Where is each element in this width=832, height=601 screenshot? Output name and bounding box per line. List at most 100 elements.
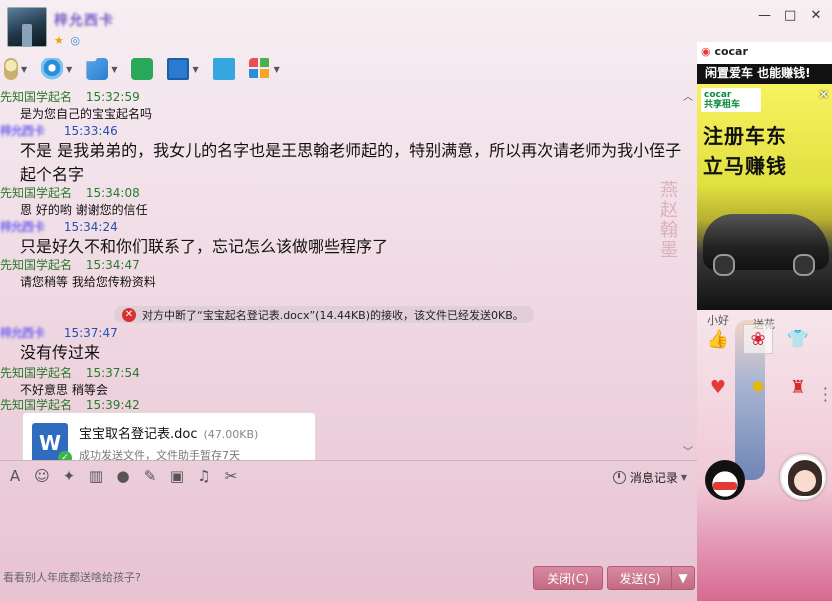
error-icon: ✕	[122, 307, 136, 322]
scroll-down-icon[interactable]: ﹀	[683, 443, 693, 458]
shake-icon[interactable]: ▥	[87, 467, 105, 485]
new-message-button[interactable]	[131, 58, 154, 80]
new-message-icon	[131, 58, 154, 80]
message-time: 15:33:46	[63, 124, 118, 138]
side-panel: ◉ cocar 闲置爱车 也能赚钱! cocar 共享租车 ✕ 注册车东 立马赚…	[697, 42, 832, 601]
top-ad-banner[interactable]: ◉ cocar 闲置爱车 也能赚钱!	[697, 42, 832, 84]
message-time: 15:39:42	[85, 398, 140, 412]
message-header: 先知国学起名 15:37:54	[0, 364, 140, 381]
status-icons: ★ ◎	[54, 34, 83, 47]
chevron-down-icon[interactable]: ▼	[274, 65, 280, 74]
message-time: 15:37:54	[85, 366, 140, 380]
chevron-down-icon[interactable]: ▼	[681, 473, 687, 482]
file-status: 成功发送文件，文件助手暂存7天	[79, 449, 240, 460]
history-label: 消息记录	[629, 471, 678, 485]
message-input[interactable]	[0, 490, 697, 570]
voice-message-icon[interactable]: ●	[114, 467, 132, 485]
image-icon[interactable]: ▣	[168, 467, 186, 485]
magic-icon[interactable]: ✦	[60, 467, 78, 485]
music-icon[interactable]: ♫	[195, 467, 213, 485]
apps-button[interactable]: ▼	[248, 58, 280, 80]
message-history[interactable]: ︿ 先知国学起名 15:32:59 是为您自己的宝宝起名吗 梓允西卡 15:33…	[0, 86, 697, 460]
message-header: 先知国学起名 15:39:42	[0, 396, 140, 413]
apps-icon	[248, 58, 271, 80]
close-button[interactable]: 关闭(C)	[533, 566, 603, 590]
car-image	[703, 214, 829, 276]
scroll-up-icon[interactable]: ︿	[683, 88, 693, 103]
message: 先知国学起名 15:32:59 是为您自己的宝宝起名吗	[0, 88, 152, 122]
input-tools: A ☺ ✦ ▥ ● ✎ ▣ ♫ ✂	[6, 467, 240, 485]
sparkle-icon[interactable]: ✸	[743, 372, 773, 402]
promo-hint-link[interactable]: 看看别人年底都送啥给孩子?	[3, 569, 141, 585]
voice-call-button[interactable]: ▼	[4, 58, 27, 80]
chevron-down-icon[interactable]: ▼	[111, 65, 117, 74]
font-icon[interactable]: A	[6, 467, 24, 485]
contact-avatar[interactable]	[7, 7, 47, 47]
chevron-down-icon[interactable]: ▼	[66, 65, 72, 74]
shirt-icon[interactable]: 👕	[783, 324, 813, 354]
screen-share-button[interactable]	[212, 58, 235, 80]
chevron-down-icon: ▼	[678, 571, 688, 585]
ad-brand-sub: 共享租车	[704, 100, 741, 110]
message: 先知国学起名 15:34:47 请您稍等 我给您传粉资料	[0, 256, 156, 290]
message-time: 15:34:24	[63, 220, 118, 234]
file-card[interactable]: W ✓ 宝宝取名登记表.doc (47.00KB) 成功发送文件，文件助手暂存7天	[22, 412, 316, 460]
sender-name: 先知国学起名	[0, 258, 73, 272]
screenshot-icon[interactable]: ✂	[222, 467, 240, 485]
edit-icon[interactable]: ✎	[141, 467, 159, 485]
contact-name[interactable]: 梓允西卡	[54, 10, 114, 30]
sender-name: 先知国学起名	[0, 398, 73, 412]
file-name[interactable]: 宝宝取名登记表.doc	[79, 427, 198, 442]
close-icon[interactable]: ✕	[810, 8, 822, 23]
heart-gift-icon[interactable]: ♥	[703, 372, 733, 402]
chevron-down-icon[interactable]: ▼	[192, 65, 198, 74]
input-toolbar: A ☺ ✦ ▥ ● ✎ ▣ ♫ ✂ 消息记录 ▼	[0, 460, 697, 490]
ad-headline-1: 注册车东	[703, 124, 787, 148]
remote-desktop-button[interactable]: ▼	[167, 58, 199, 80]
chat-window: 梓允西卡 ★ ◎ — □ ✕ ▼ ▼ ▼ ▼ ▼ ︿ 先知国学起名 15:32:…	[0, 0, 821, 601]
thumbs-up-icon[interactable]: 👍	[703, 324, 733, 354]
side-ad-banner[interactable]: cocar 共享租车 ✕ 注册车东 立马赚钱	[697, 84, 832, 310]
word-document-icon: W ✓	[32, 423, 72, 460]
microphone-icon	[4, 58, 18, 80]
ad-headline-2: 立马赚钱	[703, 154, 787, 178]
notice-text: 对方中断了“宝宝起名登记表.docx”(14.44KB)的接收，该文件已经发送0…	[142, 308, 524, 322]
send-options-button[interactable]: ▼	[671, 566, 695, 590]
message-header: 梓允西卡 15:37:47	[0, 324, 118, 341]
message-time: 15:34:08	[85, 186, 140, 200]
flower-icon[interactable]: ❀	[743, 324, 773, 354]
message-history-button[interactable]: 消息记录 ▼	[612, 469, 687, 486]
maximize-icon[interactable]: □	[784, 8, 796, 23]
chevron-down-icon[interactable]: ▼	[21, 65, 27, 74]
ad-logo: ◉ cocar	[701, 45, 748, 58]
sender-name: 先知国学起名	[0, 90, 73, 104]
check-icon: ✓	[58, 451, 72, 460]
star-icon[interactable]: ★	[54, 34, 64, 47]
send-button[interactable]: 发送(S)	[607, 566, 673, 590]
message-time: 15:37:47	[63, 326, 118, 340]
message: 先知国学起名 15:34:08 恩 好的哟 谢谢您的信任	[0, 184, 148, 218]
sender-name: 先知国学起名	[0, 186, 73, 200]
qq-penguin-icon[interactable]	[705, 460, 745, 500]
emoji-icon[interactable]: ☺	[33, 467, 51, 485]
sender-name: 梓允西卡	[0, 124, 45, 138]
sender-name: 梓允西卡	[0, 220, 45, 234]
user-avatar[interactable]	[780, 454, 826, 500]
close-ad-icon[interactable]: ✕	[818, 88, 829, 103]
webcam-icon	[41, 58, 64, 80]
more-icon[interactable]: · · ·	[823, 381, 828, 409]
message-text: 没有传过来	[20, 343, 101, 362]
message-text: 恩 好的哟 谢谢您的信任	[20, 203, 148, 217]
minimize-icon[interactable]: —	[758, 8, 771, 23]
sender-name: 先知国学起名	[0, 366, 73, 380]
message-header: 先知国学起名 15:34:08	[0, 184, 148, 201]
chat-toolbar: ▼ ▼ ▼ ▼ ▼	[4, 56, 294, 82]
message-time: 15:32:59	[85, 90, 140, 104]
qzone-icon[interactable]: ◎	[70, 34, 80, 47]
ad-logo: cocar 共享租车	[701, 88, 761, 112]
red-bag-icon[interactable]: ♜	[783, 372, 813, 402]
video-call-button[interactable]: ▼	[41, 58, 72, 80]
send-file-button[interactable]: ▼	[86, 58, 117, 80]
clock-icon	[612, 471, 626, 484]
file-interrupted-notice: ✕ 对方中断了“宝宝起名登记表.docx”(14.44KB)的接收，该文件已经发…	[114, 306, 534, 323]
